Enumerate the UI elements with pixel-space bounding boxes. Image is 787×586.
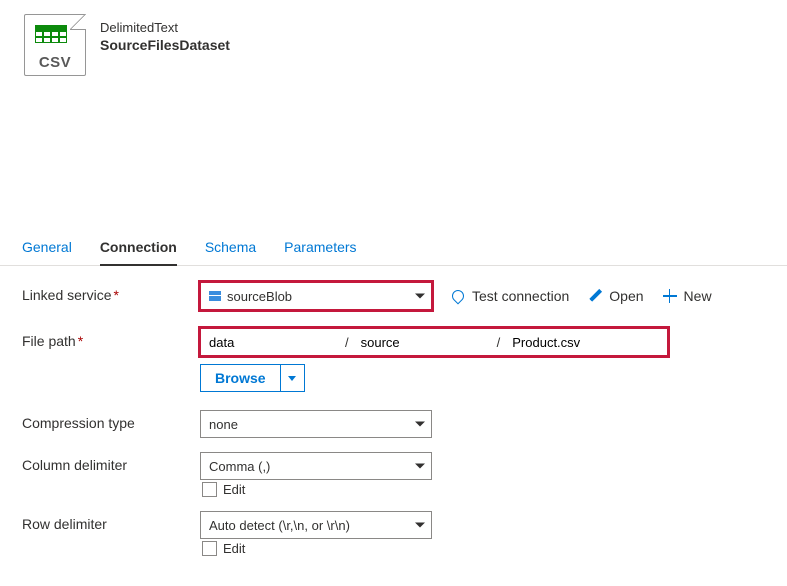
row-delimiter-value: Auto detect (\r,\n, or \r\n) (209, 518, 350, 533)
tab-schema[interactable]: Schema (205, 231, 256, 266)
column-delimiter-label: Column delimiter (22, 452, 200, 473)
column-delimiter-edit-checkbox[interactable] (202, 482, 217, 497)
compression-type-value: none (209, 417, 238, 432)
test-connection-icon (450, 288, 466, 304)
row-delimiter-label: Row delimiter (22, 511, 200, 532)
path-separator: / (493, 335, 505, 350)
test-connection-button[interactable]: Test connection (450, 288, 569, 304)
chevron-down-icon (415, 422, 425, 427)
storage-icon (209, 291, 221, 301)
browse-dropdown-button[interactable] (281, 364, 305, 392)
path-separator: / (341, 335, 353, 350)
linked-service-select[interactable]: sourceBlob (200, 282, 432, 310)
tabs-bar: General Connection Schema Parameters (0, 231, 787, 266)
compression-type-label: Compression type (22, 410, 200, 431)
browse-button-group: Browse (200, 364, 305, 392)
dataset-name: SourceFilesDataset (100, 37, 230, 53)
chevron-down-icon (415, 294, 425, 299)
csv-icon-label: CSV (25, 54, 85, 71)
tab-general[interactable]: General (22, 231, 72, 266)
linked-service-value: sourceBlob (227, 289, 292, 304)
tab-parameters[interactable]: Parameters (284, 231, 356, 266)
compression-type-select[interactable]: none (200, 410, 432, 438)
tab-connection[interactable]: Connection (100, 231, 177, 266)
row-delimiter-edit-checkbox[interactable] (202, 541, 217, 556)
chevron-down-icon (415, 523, 425, 528)
file-path-directory-input[interactable] (353, 329, 493, 355)
chevron-down-icon (288, 376, 296, 381)
chevron-down-icon (415, 464, 425, 469)
open-button[interactable]: Open (587, 288, 643, 304)
browse-button[interactable]: Browse (200, 364, 281, 392)
column-delimiter-value: Comma (,) (209, 459, 270, 474)
file-path-label: File path* (22, 328, 200, 349)
column-delimiter-select[interactable]: Comma (,) (200, 452, 432, 480)
linked-service-label: Linked service* (22, 282, 200, 303)
file-path-container-input[interactable] (201, 329, 341, 355)
pencil-icon (587, 288, 603, 304)
row-delimiter-edit-label: Edit (223, 541, 245, 556)
row-delimiter-select[interactable]: Auto detect (\r,\n, or \r\n) (200, 511, 432, 539)
plus-icon (662, 288, 678, 304)
file-path-file-input[interactable] (504, 329, 644, 355)
csv-file-icon: CSV (24, 14, 86, 76)
new-button[interactable]: New (662, 288, 712, 304)
column-delimiter-edit-label: Edit (223, 482, 245, 497)
dataset-type: DelimitedText (100, 20, 230, 35)
